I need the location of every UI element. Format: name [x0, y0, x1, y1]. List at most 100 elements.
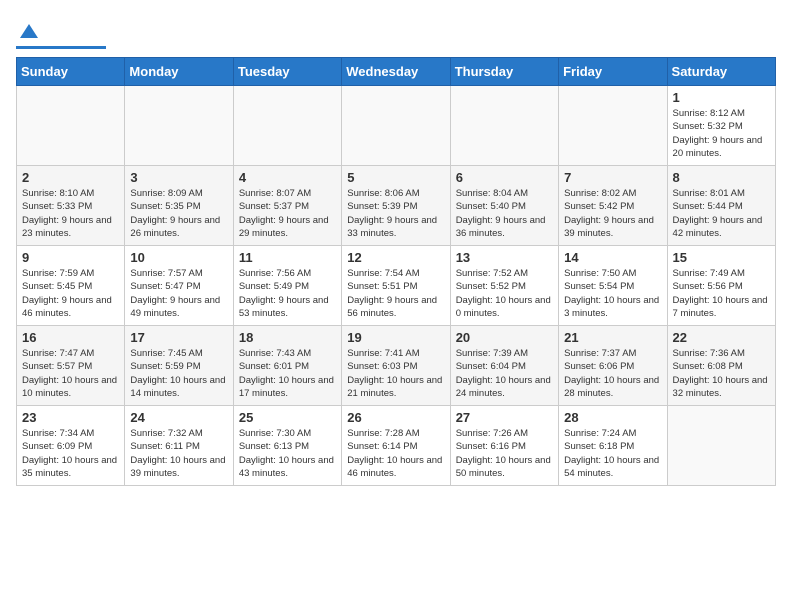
day-number: 11	[239, 250, 336, 265]
day-info: Sunrise: 7:28 AM Sunset: 6:14 PM Dayligh…	[347, 427, 444, 480]
day-number: 27	[456, 410, 553, 425]
calendar-day-cell	[667, 406, 775, 486]
calendar-day-cell: 23 Sunrise: 7:34 AM Sunset: 6:09 PM Dayli…	[17, 406, 125, 486]
calendar-table: SundayMondayTuesdayWednesdayThursdayFrid…	[16, 57, 776, 486]
day-info: Sunrise: 8:06 AM Sunset: 5:39 PM Dayligh…	[347, 187, 444, 240]
calendar-week-row: 16 Sunrise: 7:47 AM Sunset: 5:57 PM Dayli…	[17, 326, 776, 406]
day-number: 15	[673, 250, 770, 265]
calendar-day-cell: 25 Sunrise: 7:30 AM Sunset: 6:13 PM Dayli…	[233, 406, 341, 486]
day-info: Sunrise: 8:04 AM Sunset: 5:40 PM Dayligh…	[456, 187, 553, 240]
day-info: Sunrise: 7:39 AM Sunset: 6:04 PM Dayligh…	[456, 347, 553, 400]
logo-icon	[18, 20, 40, 42]
page-header	[16, 16, 776, 49]
day-number: 21	[564, 330, 661, 345]
day-info: Sunrise: 7:59 AM Sunset: 5:45 PM Dayligh…	[22, 267, 119, 320]
calendar-day-cell: 9 Sunrise: 7:59 AM Sunset: 5:45 PM Daylig…	[17, 246, 125, 326]
day-number: 17	[130, 330, 227, 345]
day-number: 13	[456, 250, 553, 265]
day-info: Sunrise: 7:24 AM Sunset: 6:18 PM Dayligh…	[564, 427, 661, 480]
calendar-day-cell	[233, 86, 341, 166]
day-info: Sunrise: 7:45 AM Sunset: 5:59 PM Dayligh…	[130, 347, 227, 400]
calendar-day-cell: 17 Sunrise: 7:45 AM Sunset: 5:59 PM Dayli…	[125, 326, 233, 406]
calendar-day-cell: 22 Sunrise: 7:36 AM Sunset: 6:08 PM Dayli…	[667, 326, 775, 406]
day-number: 9	[22, 250, 119, 265]
calendar-week-row: 23 Sunrise: 7:34 AM Sunset: 6:09 PM Dayli…	[17, 406, 776, 486]
calendar-day-cell: 14 Sunrise: 7:50 AM Sunset: 5:54 PM Dayli…	[559, 246, 667, 326]
calendar-day-cell: 10 Sunrise: 7:57 AM Sunset: 5:47 PM Dayli…	[125, 246, 233, 326]
day-number: 26	[347, 410, 444, 425]
calendar-header-row: SundayMondayTuesdayWednesdayThursdayFrid…	[17, 58, 776, 86]
calendar-day-cell: 1 Sunrise: 8:12 AM Sunset: 5:32 PM Daylig…	[667, 86, 775, 166]
calendar-day-cell: 8 Sunrise: 8:01 AM Sunset: 5:44 PM Daylig…	[667, 166, 775, 246]
day-info: Sunrise: 7:56 AM Sunset: 5:49 PM Dayligh…	[239, 267, 336, 320]
day-number: 16	[22, 330, 119, 345]
day-number: 4	[239, 170, 336, 185]
day-number: 25	[239, 410, 336, 425]
calendar-day-cell: 20 Sunrise: 7:39 AM Sunset: 6:04 PM Dayli…	[450, 326, 558, 406]
calendar-day-cell: 24 Sunrise: 7:32 AM Sunset: 6:11 PM Dayli…	[125, 406, 233, 486]
day-number: 3	[130, 170, 227, 185]
day-info: Sunrise: 7:36 AM Sunset: 6:08 PM Dayligh…	[673, 347, 770, 400]
calendar-week-row: 2 Sunrise: 8:10 AM Sunset: 5:33 PM Daylig…	[17, 166, 776, 246]
calendar-day-cell: 11 Sunrise: 7:56 AM Sunset: 5:49 PM Dayli…	[233, 246, 341, 326]
day-info: Sunrise: 8:01 AM Sunset: 5:44 PM Dayligh…	[673, 187, 770, 240]
calendar-day-cell	[342, 86, 450, 166]
day-number: 7	[564, 170, 661, 185]
day-number: 20	[456, 330, 553, 345]
weekday-header: Thursday	[450, 58, 558, 86]
weekday-header: Monday	[125, 58, 233, 86]
day-number: 22	[673, 330, 770, 345]
day-info: Sunrise: 7:34 AM Sunset: 6:09 PM Dayligh…	[22, 427, 119, 480]
day-info: Sunrise: 7:49 AM Sunset: 5:56 PM Dayligh…	[673, 267, 770, 320]
calendar-day-cell: 15 Sunrise: 7:49 AM Sunset: 5:56 PM Dayli…	[667, 246, 775, 326]
day-number: 2	[22, 170, 119, 185]
calendar-day-cell: 28 Sunrise: 7:24 AM Sunset: 6:18 PM Dayli…	[559, 406, 667, 486]
calendar-day-cell: 3 Sunrise: 8:09 AM Sunset: 5:35 PM Daylig…	[125, 166, 233, 246]
day-number: 10	[130, 250, 227, 265]
day-info: Sunrise: 7:47 AM Sunset: 5:57 PM Dayligh…	[22, 347, 119, 400]
day-number: 28	[564, 410, 661, 425]
calendar-week-row: 9 Sunrise: 7:59 AM Sunset: 5:45 PM Daylig…	[17, 246, 776, 326]
day-number: 8	[673, 170, 770, 185]
calendar-day-cell: 26 Sunrise: 7:28 AM Sunset: 6:14 PM Dayli…	[342, 406, 450, 486]
calendar-day-cell: 2 Sunrise: 8:10 AM Sunset: 5:33 PM Daylig…	[17, 166, 125, 246]
day-info: Sunrise: 7:32 AM Sunset: 6:11 PM Dayligh…	[130, 427, 227, 480]
day-number: 14	[564, 250, 661, 265]
day-info: Sunrise: 8:02 AM Sunset: 5:42 PM Dayligh…	[564, 187, 661, 240]
day-number: 19	[347, 330, 444, 345]
day-info: Sunrise: 7:52 AM Sunset: 5:52 PM Dayligh…	[456, 267, 553, 320]
weekday-header: Wednesday	[342, 58, 450, 86]
day-info: Sunrise: 8:07 AM Sunset: 5:37 PM Dayligh…	[239, 187, 336, 240]
calendar-day-cell	[17, 86, 125, 166]
day-number: 6	[456, 170, 553, 185]
calendar-day-cell: 19 Sunrise: 7:41 AM Sunset: 6:03 PM Dayli…	[342, 326, 450, 406]
day-info: Sunrise: 7:57 AM Sunset: 5:47 PM Dayligh…	[130, 267, 227, 320]
logo	[16, 20, 106, 49]
calendar-day-cell: 13 Sunrise: 7:52 AM Sunset: 5:52 PM Dayli…	[450, 246, 558, 326]
calendar-day-cell: 16 Sunrise: 7:47 AM Sunset: 5:57 PM Dayli…	[17, 326, 125, 406]
weekday-header: Sunday	[17, 58, 125, 86]
day-number: 18	[239, 330, 336, 345]
calendar-day-cell	[559, 86, 667, 166]
weekday-header: Tuesday	[233, 58, 341, 86]
day-number: 5	[347, 170, 444, 185]
calendar-day-cell: 4 Sunrise: 8:07 AM Sunset: 5:37 PM Daylig…	[233, 166, 341, 246]
calendar-day-cell: 18Sunrise: 7:43 AM Sunset: 6:01 PM Dayli…	[233, 326, 341, 406]
day-number: 12	[347, 250, 444, 265]
day-number: 24	[130, 410, 227, 425]
day-number: 23	[22, 410, 119, 425]
day-info: Sunrise: 8:10 AM Sunset: 5:33 PM Dayligh…	[22, 187, 119, 240]
day-info: Sunrise: 7:30 AM Sunset: 6:13 PM Dayligh…	[239, 427, 336, 480]
day-info: Sunrise: 8:09 AM Sunset: 5:35 PM Dayligh…	[130, 187, 227, 240]
day-info: Sunrise: 7:41 AM Sunset: 6:03 PM Dayligh…	[347, 347, 444, 400]
calendar-day-cell	[125, 86, 233, 166]
day-info: Sunrise: 7:50 AM Sunset: 5:54 PM Dayligh…	[564, 267, 661, 320]
day-info: Sunrise: 7:26 AM Sunset: 6:16 PM Dayligh…	[456, 427, 553, 480]
calendar-day-cell: 12Sunrise: 7:54 AM Sunset: 5:51 PM Dayli…	[342, 246, 450, 326]
calendar-day-cell: 5 Sunrise: 8:06 AM Sunset: 5:39 PM Daylig…	[342, 166, 450, 246]
day-info: Sunrise: 7:37 AM Sunset: 6:06 PM Dayligh…	[564, 347, 661, 400]
calendar-day-cell: 7 Sunrise: 8:02 AM Sunset: 5:42 PM Daylig…	[559, 166, 667, 246]
day-info: Sunrise: 8:12 AM Sunset: 5:32 PM Dayligh…	[673, 107, 770, 160]
day-number: 1	[673, 90, 770, 105]
weekday-header: Saturday	[667, 58, 775, 86]
